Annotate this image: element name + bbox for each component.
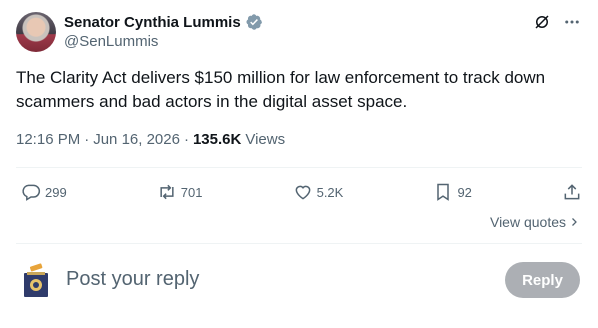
divider — [16, 167, 582, 168]
reply-button[interactable]: 299 — [21, 182, 67, 202]
repost-count: 701 — [180, 184, 203, 200]
view-quotes-label: View quotes — [489, 214, 566, 230]
tweet-top-actions — [532, 12, 582, 32]
reply-composer: Post your reply Reply — [16, 258, 580, 302]
divider — [16, 243, 582, 244]
reply-icon — [22, 184, 41, 201]
like-count: 5.2K — [316, 184, 344, 200]
repost-icon — [160, 184, 174, 200]
more-icon[interactable] — [562, 12, 582, 32]
like-icon — [295, 185, 311, 200]
bookmark-icon — [437, 183, 450, 201]
like-button[interactable]: 5.2K — [293, 182, 344, 202]
reply-count: 299 — [45, 184, 67, 200]
chevron-right-icon — [572, 218, 577, 226]
repost-button[interactable]: 701 — [157, 182, 203, 202]
reply-submit-button[interactable]: Reply — [505, 262, 580, 298]
grok-icon[interactable] — [532, 12, 552, 32]
user-avatar[interactable] — [20, 263, 52, 299]
meta-separator: · — [183, 131, 189, 148]
bookmark-count: 92 — [457, 184, 472, 200]
views-label: Views — [245, 131, 286, 148]
author-handle[interactable]: @SenLummis — [64, 33, 158, 50]
reply-input[interactable]: Post your reply — [66, 268, 199, 291]
bookmark-button[interactable]: 92 — [433, 182, 472, 202]
tweet-meta: 12:16 PM · Jun 16, 2026 · 135.6K Views — [16, 131, 285, 148]
share-icon — [564, 184, 580, 200]
tweet-actions: 299 701 5.2K 92 — [16, 178, 582, 206]
tweet-date[interactable]: Jun 16, 2026 — [93, 131, 180, 148]
verified-badge-icon — [246, 14, 262, 30]
meta-separator: · — [84, 131, 90, 148]
author-name-row: Senator Cynthia Lummis — [64, 13, 263, 31]
view-quotes-link[interactable]: View quotes — [490, 214, 580, 230]
tweet-time[interactable]: 12:16 PM — [16, 131, 80, 148]
author-name[interactable]: Senator Cynthia Lummis — [64, 14, 241, 31]
share-button[interactable] — [562, 182, 582, 202]
author-avatar[interactable] — [16, 12, 56, 52]
views-count[interactable]: 135.6K — [193, 131, 241, 148]
tweet-text: The Clarity Act delivers $150 million fo… — [16, 68, 546, 111]
